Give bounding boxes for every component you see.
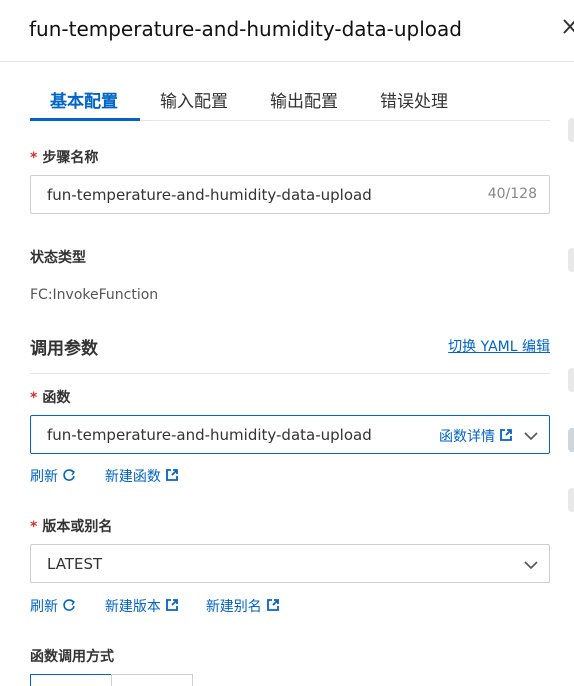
close-icon[interactable] [562, 16, 574, 43]
drawer-title: fun-temperature-and-humidity-data-upload [29, 17, 462, 41]
side-scroll-handle [568, 488, 574, 512]
side-scroll-handle [568, 248, 574, 272]
step-name-label: * 步骤名称 [30, 150, 99, 166]
side-scroll-handle [568, 118, 574, 142]
version-select[interactable]: LATEST [30, 544, 550, 583]
function-detail-link[interactable]: 函数详情 [439, 426, 513, 446]
refresh-icon [62, 598, 78, 616]
required-mark: * [30, 519, 38, 535]
create-version-link[interactable]: 新建版本 [105, 596, 179, 616]
state-type-label: 状态类型 [30, 250, 86, 266]
switch-yaml-link[interactable]: 切换 YAML 编辑 [448, 336, 550, 356]
tab-output-config[interactable]: 输出配置 [270, 87, 338, 112]
create-function-link[interactable]: 新建函数 [105, 466, 179, 486]
required-mark: * [30, 150, 38, 166]
invoke-mode-label: 函数调用方式 [30, 649, 114, 665]
external-link-icon [165, 598, 179, 616]
function-select[interactable]: fun-temperature-and-humidity-data-upload… [30, 415, 550, 454]
side-scroll-handle [568, 368, 574, 392]
chevron-down-icon[interactable] [523, 428, 539, 447]
char-counter: 40/128 [487, 186, 537, 202]
tab-input-config[interactable]: 输入配置 [160, 87, 228, 112]
side-scroll-handle [568, 428, 574, 452]
config-tabs: 基本配置 输入配置 输出配置 错误处理 [30, 78, 550, 121]
version-actions: 刷新 新建版本 新建别名 [30, 596, 302, 616]
external-link-icon [266, 598, 280, 616]
active-tab-indicator [30, 118, 140, 121]
required-mark: * [30, 390, 38, 406]
refresh-icon [62, 468, 78, 486]
state-type-value: FC:InvokeFunction [30, 287, 159, 303]
external-link-icon [165, 468, 179, 486]
step-name-input[interactable]: fun-temperature-and-humidity-data-upload… [30, 175, 550, 214]
invoke-mode-option-1[interactable] [30, 674, 112, 686]
section-divider [30, 373, 550, 374]
version-value: LATEST [47, 555, 103, 573]
tab-basic-config[interactable]: 基本配置 [50, 87, 118, 112]
chevron-down-icon[interactable] [523, 557, 539, 576]
invoke-mode-option-2[interactable] [111, 674, 193, 686]
external-link-icon [499, 428, 513, 446]
refresh-version-button[interactable]: 刷新 [30, 596, 78, 616]
function-label: * 函数 [30, 390, 71, 406]
refresh-function-button[interactable]: 刷新 [30, 466, 78, 486]
tab-error-handling[interactable]: 错误处理 [380, 87, 448, 112]
version-label: * 版本或别名 [30, 519, 113, 535]
invoke-params-title: 调用参数 [30, 339, 98, 359]
function-value: fun-temperature-and-humidity-data-upload [47, 426, 372, 444]
drawer-header: fun-temperature-and-humidity-data-upload [0, 0, 574, 62]
function-actions: 刷新 新建函数 [30, 466, 201, 486]
create-alias-link[interactable]: 新建别名 [206, 596, 280, 616]
step-name-value: fun-temperature-and-humidity-data-upload [47, 186, 372, 204]
